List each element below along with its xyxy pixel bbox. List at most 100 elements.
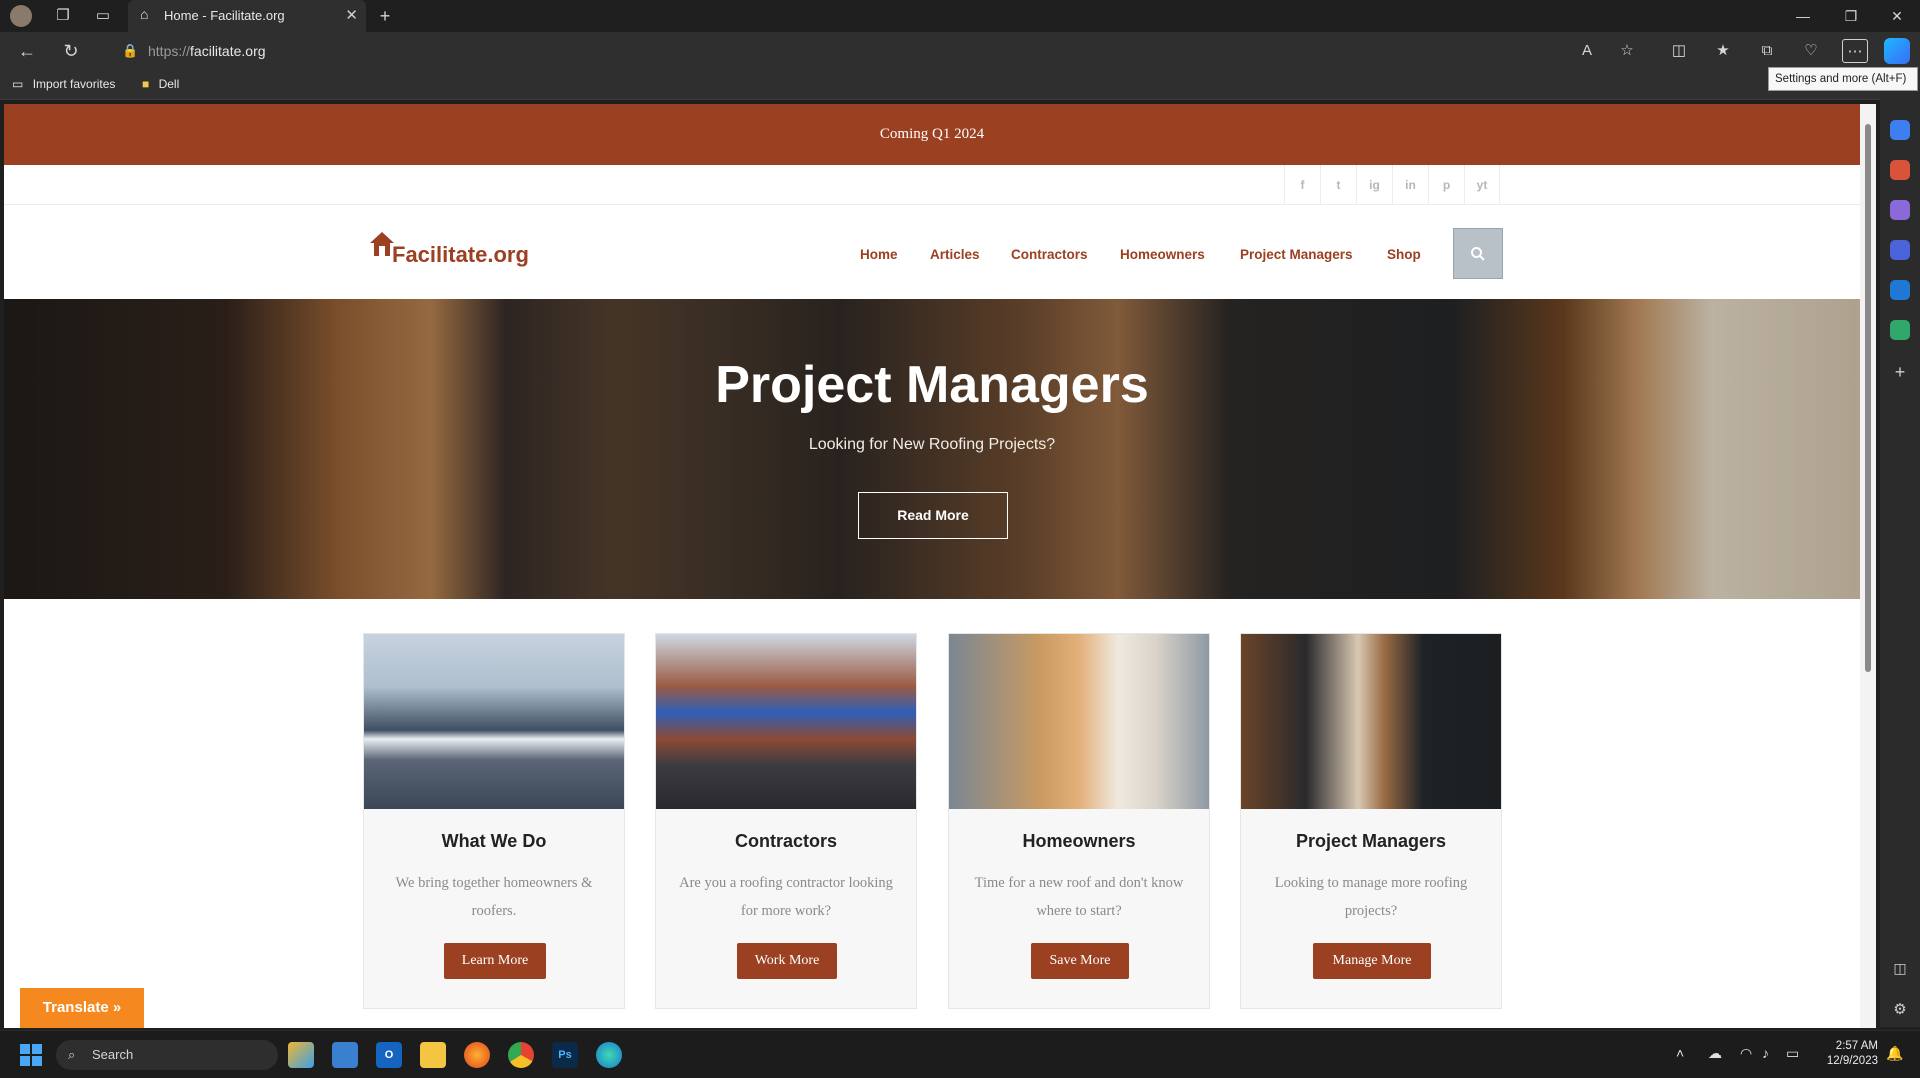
twitter-icon[interactable]: t	[1320, 165, 1356, 205]
copilot-app-icon[interactable]	[288, 1042, 314, 1068]
sidebar-settings-icon[interactable]: ⚙	[1890, 1000, 1910, 1020]
pinterest-icon[interactable]: p	[1428, 165, 1464, 205]
favorite-star-icon[interactable]: ☆	[1614, 39, 1640, 63]
photos-app-icon[interactable]	[332, 1042, 358, 1068]
card-description: Time for a new roof and don't know where…	[974, 875, 1184, 919]
taskbar-search[interactable]: ⌕ Search	[56, 1040, 278, 1070]
site-header: Facilitate.org Home Articles Contractors…	[4, 205, 1860, 299]
taskbar-clock[interactable]: 2:57 AM 12/9/2023	[1812, 1039, 1878, 1069]
clock-time: 2:57 AM	[1835, 1040, 1878, 1052]
copilot-icon[interactable]	[1884, 38, 1910, 64]
onedrive-icon[interactable]: ☁	[1708, 1045, 1722, 1062]
refresh-button[interactable]: ↻	[58, 39, 84, 63]
volume-icon[interactable]: ♪	[1762, 1045, 1769, 1061]
search-icon: ⌕	[68, 1047, 76, 1062]
games-icon[interactable]	[1890, 200, 1910, 220]
url-protocol: https://	[148, 43, 191, 59]
card-title: Project Managers	[1295, 831, 1447, 851]
scrollbar-thumb[interactable]	[1865, 124, 1871, 672]
outlook-app-icon[interactable]: O	[376, 1042, 402, 1068]
split-screen-icon[interactable]: ◫	[1666, 39, 1692, 63]
vertical-tabs-icon[interactable]: ▭	[92, 5, 114, 27]
firefox-icon[interactable]	[464, 1042, 490, 1068]
card-description: Are you a roofing contractor looking for…	[679, 875, 893, 919]
save-more-button[interactable]: Save More	[1031, 943, 1129, 979]
import-favorites-label: Import favorites	[32, 77, 116, 91]
close-tab-icon[interactable]: ✕	[345, 6, 358, 24]
drop-icon[interactable]	[1890, 320, 1910, 340]
clock-date: 12/9/2023	[1826, 1055, 1878, 1067]
work-more-button[interactable]: Work More	[737, 943, 837, 979]
address-bar: ← ↻ 🔒 https://facilitate.org A ☆ ◫ ★ ⧉ ♡…	[0, 32, 1920, 70]
dell-folder-link[interactable]: ■ Dell	[142, 77, 179, 91]
card-title: Homeowners	[1022, 831, 1136, 851]
read-more-button[interactable]: Read More	[858, 492, 1008, 539]
close-window-button[interactable]: ✕	[1874, 4, 1920, 28]
home-icon: ⌂	[140, 6, 149, 22]
card-contractors: Contractors Are you a roofing contractor…	[655, 633, 917, 1009]
notification-bell-icon[interactable]: 🔔	[1886, 1045, 1903, 1062]
manage-more-button[interactable]: Manage More	[1313, 943, 1431, 979]
start-button[interactable]	[20, 1044, 42, 1066]
tab-title: Home - Facilitate.org	[164, 8, 285, 23]
outlook-icon[interactable]	[1890, 280, 1910, 300]
youtube-icon[interactable]: yt	[1464, 165, 1500, 205]
nav-project-managers[interactable]: Project Managers	[1240, 247, 1353, 262]
shopping-icon[interactable]	[1890, 120, 1910, 140]
minimize-button[interactable]: —	[1780, 4, 1826, 28]
card-what-we-do: What We Do We bring together homeowners …	[363, 633, 625, 1009]
dell-folder-label: Dell	[158, 77, 180, 91]
import-favorites-link[interactable]: ▭ Import favorites	[12, 77, 115, 91]
hero-title: Project Managers	[715, 356, 1149, 414]
edge-icon[interactable]	[596, 1042, 622, 1068]
import-icon: ▭	[12, 77, 24, 91]
nav-articles[interactable]: Articles	[930, 247, 980, 262]
nav-homeowners[interactable]: Homeowners	[1120, 247, 1205, 262]
nav-home[interactable]: Home	[860, 247, 898, 262]
url-field[interactable]: 🔒 https://facilitate.org	[110, 36, 1600, 66]
read-aloud-icon[interactable]: A	[1574, 39, 1600, 63]
photoshop-icon[interactable]: Ps	[552, 1042, 578, 1068]
tools-icon[interactable]	[1890, 160, 1910, 180]
browser-essentials-icon[interactable]: ♡	[1798, 39, 1824, 63]
instagram-icon[interactable]: ig	[1356, 165, 1392, 205]
announcement-bar: Coming Q1 2024	[4, 104, 1860, 165]
nav-contractors[interactable]: Contractors	[1011, 247, 1088, 262]
favorites-icon[interactable]: ★	[1710, 39, 1736, 63]
tab-home[interactable]: ⌂ Home - Facilitate.org ✕	[128, 0, 366, 32]
restore-button[interactable]: ❐	[1828, 4, 1874, 28]
wifi-icon[interactable]: ◠	[1740, 1045, 1752, 1062]
site-search-button[interactable]	[1453, 228, 1503, 279]
lock-icon: 🔒	[122, 43, 139, 58]
logo-text: Facilitate.org	[392, 242, 529, 267]
project-managers-image	[1241, 634, 1501, 809]
back-button[interactable]: ←	[14, 39, 40, 63]
profile-avatar[interactable]	[10, 5, 32, 27]
hide-sidebar-icon[interactable]: ◫	[1890, 960, 1910, 980]
workspaces-icon[interactable]: ❐	[52, 5, 74, 27]
collections-icon[interactable]: ⧉	[1754, 39, 1780, 63]
linkedin-icon[interactable]: in	[1392, 165, 1428, 205]
card-title: Contractors	[734, 831, 837, 851]
translate-button[interactable]: Translate »	[20, 988, 144, 1028]
file-explorer-icon[interactable]	[420, 1042, 446, 1068]
social-row: f t ig in p yt	[4, 165, 1860, 205]
homeowners-image	[949, 634, 1209, 809]
add-sidebar-app-icon[interactable]: +	[1890, 362, 1910, 382]
card-project-managers: Project Managers Looking to manage more …	[1240, 633, 1502, 1009]
hero-banner: Project Managers Looking for New Roofing…	[4, 299, 1860, 599]
nav-shop[interactable]: Shop	[1387, 247, 1421, 262]
card-description: Looking to manage more roofing projects?	[1274, 875, 1468, 919]
new-tab-button[interactable]: +	[374, 5, 396, 27]
microsoft-365-icon[interactable]	[1890, 240, 1910, 260]
tab-bar: ❐ ▭ ⌂ Home - Facilitate.org ✕ + — ❐ ✕	[0, 0, 1920, 32]
learn-more-button[interactable]: Learn More	[444, 943, 546, 979]
facebook-icon[interactable]: f	[1284, 165, 1320, 205]
show-hidden-icons[interactable]: ˄	[1676, 1045, 1684, 1061]
chrome-icon[interactable]	[508, 1042, 534, 1068]
page-scrollbar[interactable]	[1860, 104, 1876, 1028]
battery-icon[interactable]: ▭	[1786, 1045, 1799, 1062]
favorites-bar: ▭ Import favorites ■ Dell	[0, 70, 1920, 100]
settings-tooltip: Settings and more (Alt+F)	[1768, 67, 1918, 91]
settings-more-button[interactable]: ⋯	[1842, 39, 1868, 63]
